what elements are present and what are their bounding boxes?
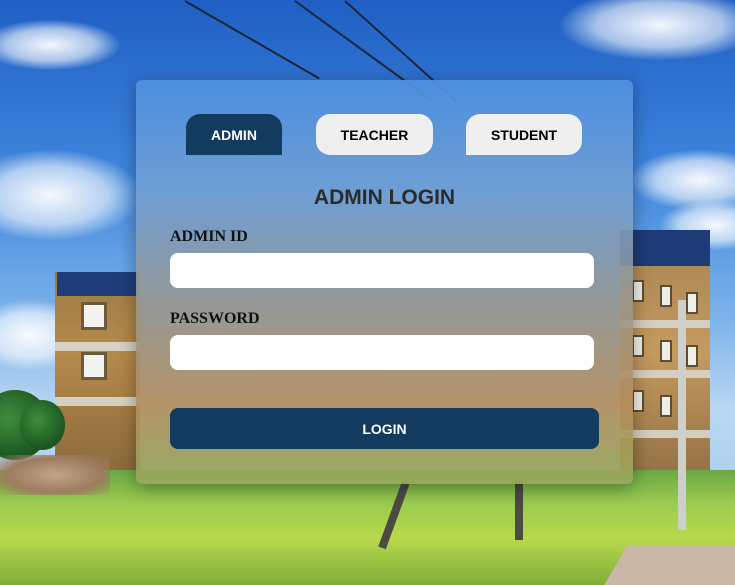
building-window — [81, 302, 107, 330]
building-band — [55, 342, 140, 351]
login-title: ADMIN LOGIN — [313, 186, 456, 209]
building-band — [620, 320, 710, 328]
building-band — [620, 430, 710, 438]
building-window — [686, 292, 698, 314]
building-sign — [57, 272, 137, 296]
building-sign — [620, 230, 710, 266]
building-window — [660, 340, 672, 362]
tab-student[interactable]: STUDENT — [466, 114, 582, 155]
building-band — [55, 397, 140, 406]
admin-id-input[interactable] — [170, 253, 594, 288]
wooden-pole — [515, 480, 523, 540]
tree — [20, 400, 65, 450]
building-left — [55, 272, 140, 472]
admin-id-label: ADMIN ID — [170, 228, 248, 245]
building-window — [660, 285, 672, 307]
building-window — [632, 280, 644, 302]
building-window — [660, 395, 672, 417]
password-label: PASSWORD — [170, 310, 260, 327]
login-card: ADMIN TEACHER STUDENT ADMIN LOGIN ADMIN … — [136, 80, 633, 484]
tab-admin[interactable]: ADMIN — [186, 114, 282, 155]
building-window — [686, 345, 698, 367]
building-window — [632, 335, 644, 357]
tab-teacher[interactable]: TEACHER — [316, 114, 433, 155]
lamp-post — [678, 300, 686, 530]
login-button[interactable]: LOGIN — [170, 408, 599, 449]
building-window — [632, 390, 644, 412]
building-window — [81, 352, 107, 380]
building-band — [620, 370, 710, 378]
dirt-mound — [0, 455, 110, 495]
building-right — [620, 230, 710, 500]
password-input[interactable] — [170, 335, 594, 370]
